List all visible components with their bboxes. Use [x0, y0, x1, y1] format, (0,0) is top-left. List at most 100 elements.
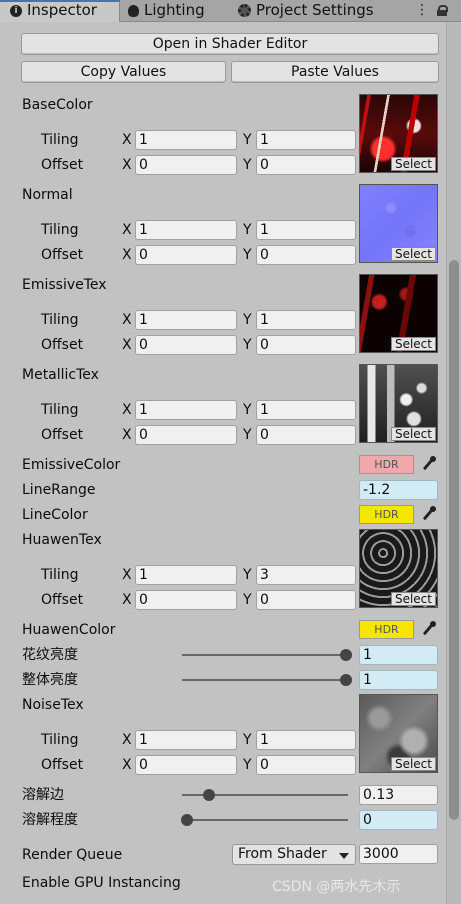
normal-tiling-y-field[interactable]: 1 — [256, 220, 356, 240]
tiling-label: Tiling — [41, 732, 79, 748]
x-label: X — [122, 732, 132, 748]
eyedropper-icon[interactable] — [418, 505, 438, 524]
panel-menu-icon[interactable]: ⋮ — [415, 0, 429, 21]
huawencolor-swatch[interactable]: HDR — [359, 620, 414, 639]
metallictex-offset-x-field[interactable]: 0 — [135, 425, 237, 445]
paste-values-button[interactable]: Paste Values — [231, 61, 439, 83]
bulb-icon — [128, 4, 139, 17]
emissivetex-tiling-y-field[interactable]: 1 — [256, 310, 356, 330]
dissolve-edge-slider-knob[interactable] — [203, 789, 215, 801]
x-label: X — [122, 132, 132, 148]
normal-offset-y-field[interactable]: 0 — [256, 245, 356, 265]
normal-tiling-x-field[interactable]: 1 — [135, 220, 237, 240]
metallictex-tiling-x-field[interactable]: 1 — [135, 400, 237, 420]
huawencolor-label: HuawenColor — [22, 622, 116, 638]
select-button[interactable]: Select — [390, 157, 436, 171]
metallictex-offset-y-field[interactable]: 0 — [256, 425, 356, 445]
tab-lighting[interactable]: Lighting — [128, 0, 205, 22]
metallictex-tiling-y-field[interactable]: 1 — [256, 400, 356, 420]
offset-label: Offset — [41, 157, 84, 173]
y-label: Y — [243, 312, 252, 328]
huawen-brightness-slider-knob[interactable] — [340, 649, 352, 661]
basecolor-offset-x-field[interactable]: 0 — [135, 155, 237, 175]
offset-label: Offset — [41, 757, 84, 773]
huawentex-offset-x-field[interactable]: 0 — [135, 590, 237, 610]
linecolor-swatch[interactable]: HDR — [359, 505, 414, 524]
tiling-label: Tiling — [41, 402, 79, 418]
y-label: Y — [243, 427, 252, 443]
x-label: X — [122, 427, 132, 443]
huawentex-offset-y-field[interactable]: 0 — [256, 590, 356, 610]
normal-texture-slot[interactable]: Select — [359, 184, 438, 263]
lock-icon[interactable] — [437, 5, 448, 16]
basecolor-texture-slot[interactable]: Select — [359, 94, 438, 173]
eyedropper-icon[interactable] — [418, 620, 438, 639]
x-label: X — [122, 222, 132, 238]
noisetex-texture-slot[interactable]: Select — [359, 694, 438, 773]
render-queue-dropdown[interactable]: From Shader — [232, 844, 356, 865]
noisetex-offset-x-field[interactable]: 0 — [135, 755, 237, 775]
x-label: X — [122, 247, 132, 263]
tab-project-settings[interactable]: Project Settings — [238, 0, 374, 22]
tab-label: Inspector — [27, 1, 97, 19]
metallictex-label: MetallicTex — [22, 367, 99, 383]
render-queue-field[interactable]: 3000 — [359, 844, 438, 864]
y-label: Y — [243, 592, 252, 608]
linerange-label: LineRange — [22, 482, 96, 498]
x-label: X — [122, 337, 132, 353]
linerange-field[interactable]: -1.2 — [359, 480, 438, 500]
huawentex-texture-slot[interactable]: Select — [359, 529, 438, 608]
select-button[interactable]: Select — [390, 427, 436, 441]
x-label: X — [122, 157, 132, 173]
scrollbar-thumb[interactable] — [449, 260, 459, 820]
eyedropper-icon[interactable] — [418, 455, 438, 474]
linecolor-label: LineColor — [22, 507, 88, 523]
emissivetex-tiling-x-field[interactable]: 1 — [135, 310, 237, 330]
huawentex-tiling-y-field[interactable]: 3 — [256, 565, 356, 585]
basecolor-tiling-x-field[interactable]: 1 — [135, 130, 237, 150]
select-button[interactable]: Select — [390, 592, 436, 606]
noisetex-offset-y-field[interactable]: 0 — [256, 755, 356, 775]
gpu-instancing-label: Enable GPU Instancing — [22, 875, 181, 891]
overall-brightness-slider-track[interactable] — [182, 679, 348, 681]
noisetex-tiling-y-field[interactable]: 1 — [256, 730, 356, 750]
dissolve-amount-slider-track[interactable] — [182, 819, 348, 821]
select-button[interactable]: Select — [390, 757, 436, 771]
emissivetex-offset-x-field[interactable]: 0 — [135, 335, 237, 355]
watermark-text: CSDN @两水先木示 — [272, 879, 401, 895]
scrollbar[interactable] — [446, 22, 461, 904]
emissivetex-offset-y-field[interactable]: 0 — [256, 335, 356, 355]
render-queue-option: From Shader — [238, 846, 327, 862]
select-button[interactable]: Select — [390, 247, 436, 261]
y-label: Y — [243, 567, 252, 583]
offset-label: Offset — [41, 427, 84, 443]
dissolve-amount-field[interactable]: 0 — [359, 810, 438, 830]
overall-brightness-field[interactable]: 1 — [359, 670, 438, 690]
y-label: Y — [243, 157, 252, 173]
huawen-brightness-label: 花纹亮度 — [22, 647, 78, 663]
y-label: Y — [243, 402, 252, 418]
copy-values-button[interactable]: Copy Values — [21, 61, 226, 83]
huawen-brightness-slider-track[interactable] — [182, 654, 348, 656]
overall-brightness-label: 整体亮度 — [22, 672, 78, 688]
noisetex-tiling-x-field[interactable]: 1 — [135, 730, 237, 750]
tiling-label: Tiling — [41, 132, 79, 148]
select-button[interactable]: Select — [390, 337, 436, 351]
dissolve-edge-field[interactable]: 0.13 — [359, 785, 438, 805]
dissolve-amount-slider-knob[interactable] — [181, 814, 193, 826]
y-label: Y — [243, 247, 252, 263]
huawen-brightness-field[interactable]: 1 — [359, 645, 438, 665]
basecolor-tiling-y-field[interactable]: 1 — [256, 130, 356, 150]
huawentex-tiling-x-field[interactable]: 1 — [135, 565, 237, 585]
tab-inspector[interactable]: i Inspector — [0, 0, 120, 22]
emissivetex-texture-slot[interactable]: Select — [359, 274, 438, 353]
normal-offset-x-field[interactable]: 0 — [135, 245, 237, 265]
x-label: X — [122, 757, 132, 773]
tab-label: Project Settings — [256, 1, 374, 19]
emissivecolor-swatch[interactable]: HDR — [359, 455, 414, 474]
metallictex-texture-slot[interactable]: Select — [359, 364, 438, 443]
open-shader-editor-button[interactable]: Open in Shader Editor — [21, 33, 439, 55]
basecolor-offset-y-field[interactable]: 0 — [256, 155, 356, 175]
overall-brightness-slider-knob[interactable] — [340, 674, 352, 686]
tiling-label: Tiling — [41, 567, 79, 583]
